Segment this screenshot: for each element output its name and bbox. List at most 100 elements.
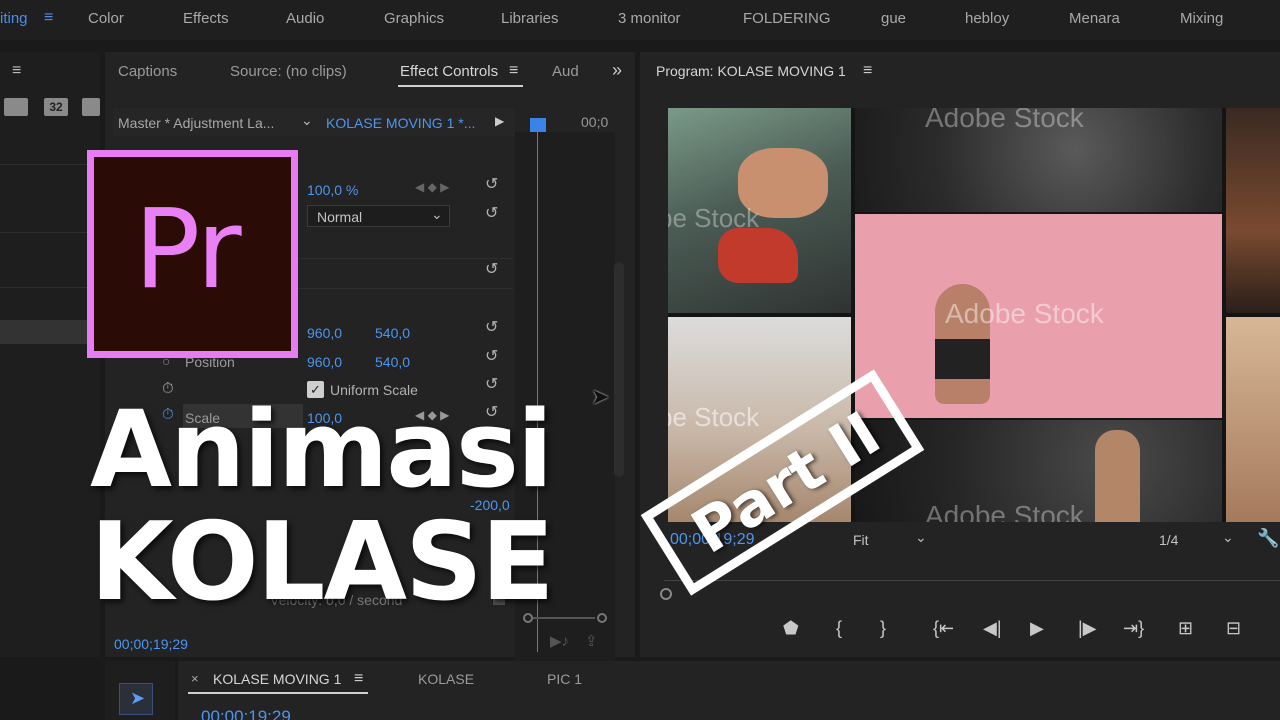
- anchor-x-value[interactable]: 960,0: [307, 325, 342, 341]
- row-divider: [0, 232, 100, 233]
- program-monitor-title[interactable]: Program: KOLASE MOVING 1: [656, 63, 846, 79]
- active-tab-underline: [188, 692, 368, 694]
- wrench-icon[interactable]: 🔧: [1257, 528, 1279, 549]
- tab-audio[interactable]: Aud: [552, 63, 579, 80]
- opacity-value[interactable]: 100,0 %: [307, 182, 358, 198]
- program-menu-icon[interactable]: ≡: [863, 62, 872, 80]
- resolution-dropdown[interactable]: 1/4 ⌄: [1150, 529, 1240, 551]
- watermark-text: Adobe Stock: [925, 108, 1084, 133]
- reset-icon[interactable]: ↺: [485, 262, 503, 278]
- workspace-tab-gue[interactable]: gue: [881, 10, 906, 27]
- reset-icon[interactable]: ↺: [485, 349, 503, 365]
- blend-mode-value: Normal: [317, 209, 363, 225]
- workspace-tab-graphics[interactable]: Graphics: [384, 10, 444, 27]
- export-icon[interactable]: ⇪: [585, 632, 598, 650]
- selection-tool[interactable]: ➤: [119, 683, 153, 715]
- row-divider: [0, 287, 100, 288]
- close-icon[interactable]: ×: [191, 671, 199, 686]
- audio-icon[interactable]: ▶♪: [550, 632, 569, 650]
- collage-smoke-photo-top: Adobe Stock: [855, 108, 1222, 212]
- title-line-2: KOLASE: [90, 500, 555, 625]
- timeline-tab-kolase-moving-1[interactable]: KOLASE MOVING 1: [213, 671, 341, 687]
- mark-in-icon[interactable]: {: [836, 618, 842, 639]
- workspace-tab-mixing[interactable]: Mixing: [1180, 10, 1223, 27]
- workspace-tab-menara[interactable]: Menara: [1069, 10, 1120, 27]
- reset-icon[interactable]: ↺: [485, 320, 503, 336]
- workspace-tab-foldering[interactable]: FOLDERING: [743, 10, 831, 27]
- collage-right-photo-top: [1226, 108, 1280, 313]
- sequence-label[interactable]: KOLASE MOVING 1 *...: [326, 115, 475, 131]
- workspace-tab-editing[interactable]: iting: [0, 10, 28, 27]
- logo-text: Pr: [134, 185, 242, 313]
- workspace-tab-libraries[interactable]: Libraries: [501, 10, 559, 27]
- watermark-text: be Stock: [668, 203, 760, 233]
- red-shoe-shape: [718, 228, 798, 283]
- mark-out-icon[interactable]: }: [880, 618, 886, 639]
- workspace-menu-icon[interactable]: ≡: [44, 9, 53, 27]
- resolution-value: 1/4: [1159, 532, 1179, 548]
- tab-effect-controls[interactable]: Effect Controls: [400, 63, 498, 80]
- keyframe-nav-icon[interactable]: ◀ ◆ ▶: [415, 180, 449, 194]
- reset-icon[interactable]: ↺: [485, 206, 503, 222]
- lift-icon[interactable]: ⊞: [1178, 618, 1193, 639]
- playhead-marker[interactable]: [530, 118, 546, 132]
- athlete-top-shape: [935, 339, 990, 379]
- reset-icon[interactable]: ↺: [485, 177, 503, 193]
- timeline-ruler[interactable]: [664, 580, 1280, 581]
- play-triangle-icon[interactable]: ▶: [495, 114, 504, 128]
- timecode-head: 00;0: [581, 114, 609, 130]
- panel-menu-icon[interactable]: ≡: [12, 62, 21, 80]
- marker-icon[interactable]: ⬟: [783, 618, 799, 639]
- chevron-down-icon: ⌄: [915, 529, 927, 545]
- position-y-value[interactable]: 540,0: [375, 354, 410, 370]
- clip-icon[interactable]: [4, 98, 28, 116]
- tool-icon[interactable]: [82, 98, 100, 116]
- left-project-panel: ≡ 32: [0, 52, 100, 657]
- timeline-timecode[interactable]: 00;00;19;29: [201, 707, 291, 720]
- fit-value: Fit: [853, 532, 869, 548]
- active-tab-underline: [398, 85, 523, 87]
- go-to-out-icon[interactable]: ⇥}: [1123, 618, 1144, 639]
- chevron-double-right-icon[interactable]: »: [612, 60, 622, 81]
- timeline-menu-icon[interactable]: ≡: [354, 670, 363, 688]
- workspace-tab-hebloy[interactable]: hebloy: [965, 10, 1009, 27]
- selected-row[interactable]: [0, 320, 100, 344]
- tools-panel: ➤: [105, 661, 175, 720]
- position-x-value[interactable]: 960,0: [307, 354, 342, 370]
- timeline-tab-pic-1[interactable]: PIC 1: [547, 671, 582, 687]
- go-to-in-icon[interactable]: {⇤: [933, 618, 954, 639]
- collage-pink-photo: Adobe Stock: [855, 214, 1222, 418]
- timeline-panel: × KOLASE MOVING 1 ≡ KOLASE PIC 1 00;00;1…: [178, 661, 1280, 720]
- workspace-tab-audio[interactable]: Audio: [286, 10, 324, 27]
- mouse-cursor-icon: ➤: [591, 384, 610, 409]
- watermark-text: be Stock: [668, 402, 760, 432]
- watermark-text: Adobe Stock: [925, 500, 1084, 522]
- collage-right-photo-bottom: [1226, 317, 1280, 522]
- row-divider: [0, 164, 100, 165]
- workspace-bar: iting ≡ Color Effects Audio Graphics Lib…: [0, 0, 1280, 40]
- step-back-icon[interactable]: ◀|: [983, 618, 1002, 639]
- selection-arrow-icon: ➤: [130, 688, 146, 708]
- tab-source[interactable]: Source: (no clips): [230, 63, 347, 80]
- zoom-handle-right[interactable]: [597, 613, 607, 623]
- workspace-tab-color[interactable]: Color: [88, 10, 124, 27]
- workspace-tab-3-monitor[interactable]: 3 monitor: [618, 10, 681, 27]
- extract-icon[interactable]: ⊟: [1226, 618, 1241, 639]
- vertical-scrollbar[interactable]: [614, 262, 624, 477]
- calendar-icon[interactable]: 32: [44, 98, 68, 116]
- watermark-text: Adobe Stock: [945, 298, 1104, 329]
- workspace-tab-effects[interactable]: Effects: [183, 10, 229, 27]
- master-label[interactable]: Master * Adjustment La...: [118, 115, 274, 131]
- scrub-handle[interactable]: [660, 588, 672, 600]
- timeline-tab-kolase[interactable]: KOLASE: [418, 671, 474, 687]
- effect-timecode[interactable]: 00;00;19;29: [114, 636, 188, 652]
- step-forward-icon[interactable]: |▶: [1078, 618, 1097, 639]
- play-icon[interactable]: ▶: [1030, 618, 1044, 639]
- blend-mode-dropdown[interactable]: Normal ⌄: [307, 205, 450, 227]
- chevron-down-icon: ⌄: [431, 206, 443, 222]
- tab-captions[interactable]: Captions: [118, 63, 177, 80]
- chevron-down-icon[interactable]: ⌄: [301, 112, 313, 129]
- fit-dropdown[interactable]: Fit ⌄: [843, 529, 933, 551]
- anchor-y-value[interactable]: 540,0: [375, 325, 410, 341]
- effect-controls-menu-icon[interactable]: ≡: [509, 62, 518, 80]
